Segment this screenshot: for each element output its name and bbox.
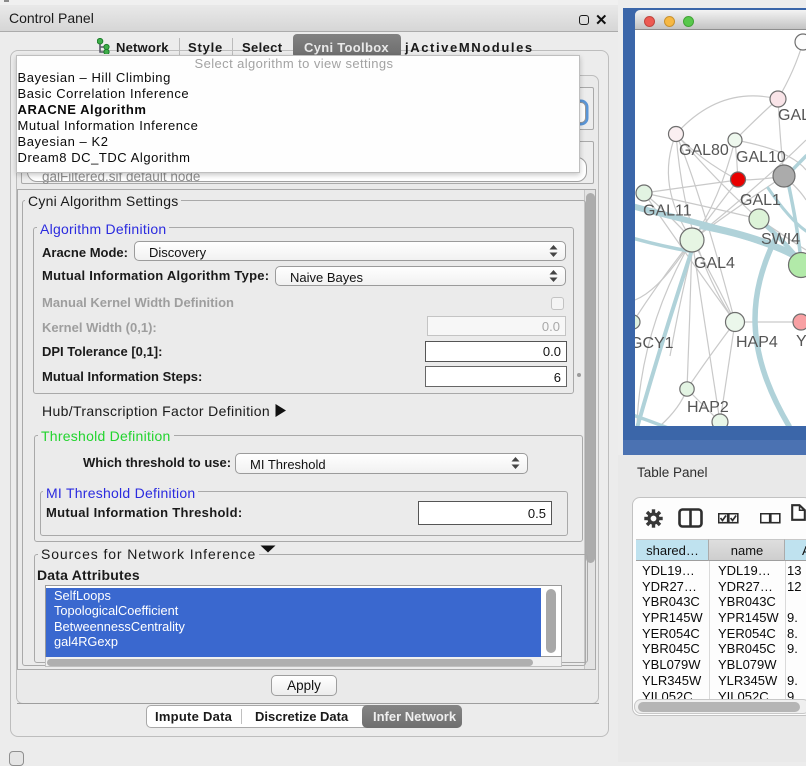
svg-text:GAL7: GAL7 — [778, 107, 806, 124]
svg-text:SWI4: SWI4 — [761, 231, 800, 248]
svg-text:HAP2: HAP2 — [687, 399, 729, 416]
svg-text:GAL80: GAL80 — [679, 142, 729, 159]
svg-text:GCY1: GCY1 — [635, 335, 674, 352]
svg-text:Y: Y — [796, 333, 806, 350]
svg-text:GAL10: GAL10 — [736, 149, 786, 166]
svg-text:HAP4: HAP4 — [736, 334, 778, 351]
svg-text:GAL11: GAL11 — [643, 203, 692, 220]
svg-text:GAL1: GAL1 — [740, 192, 781, 209]
svg-text:GAL4: GAL4 — [694, 255, 735, 272]
